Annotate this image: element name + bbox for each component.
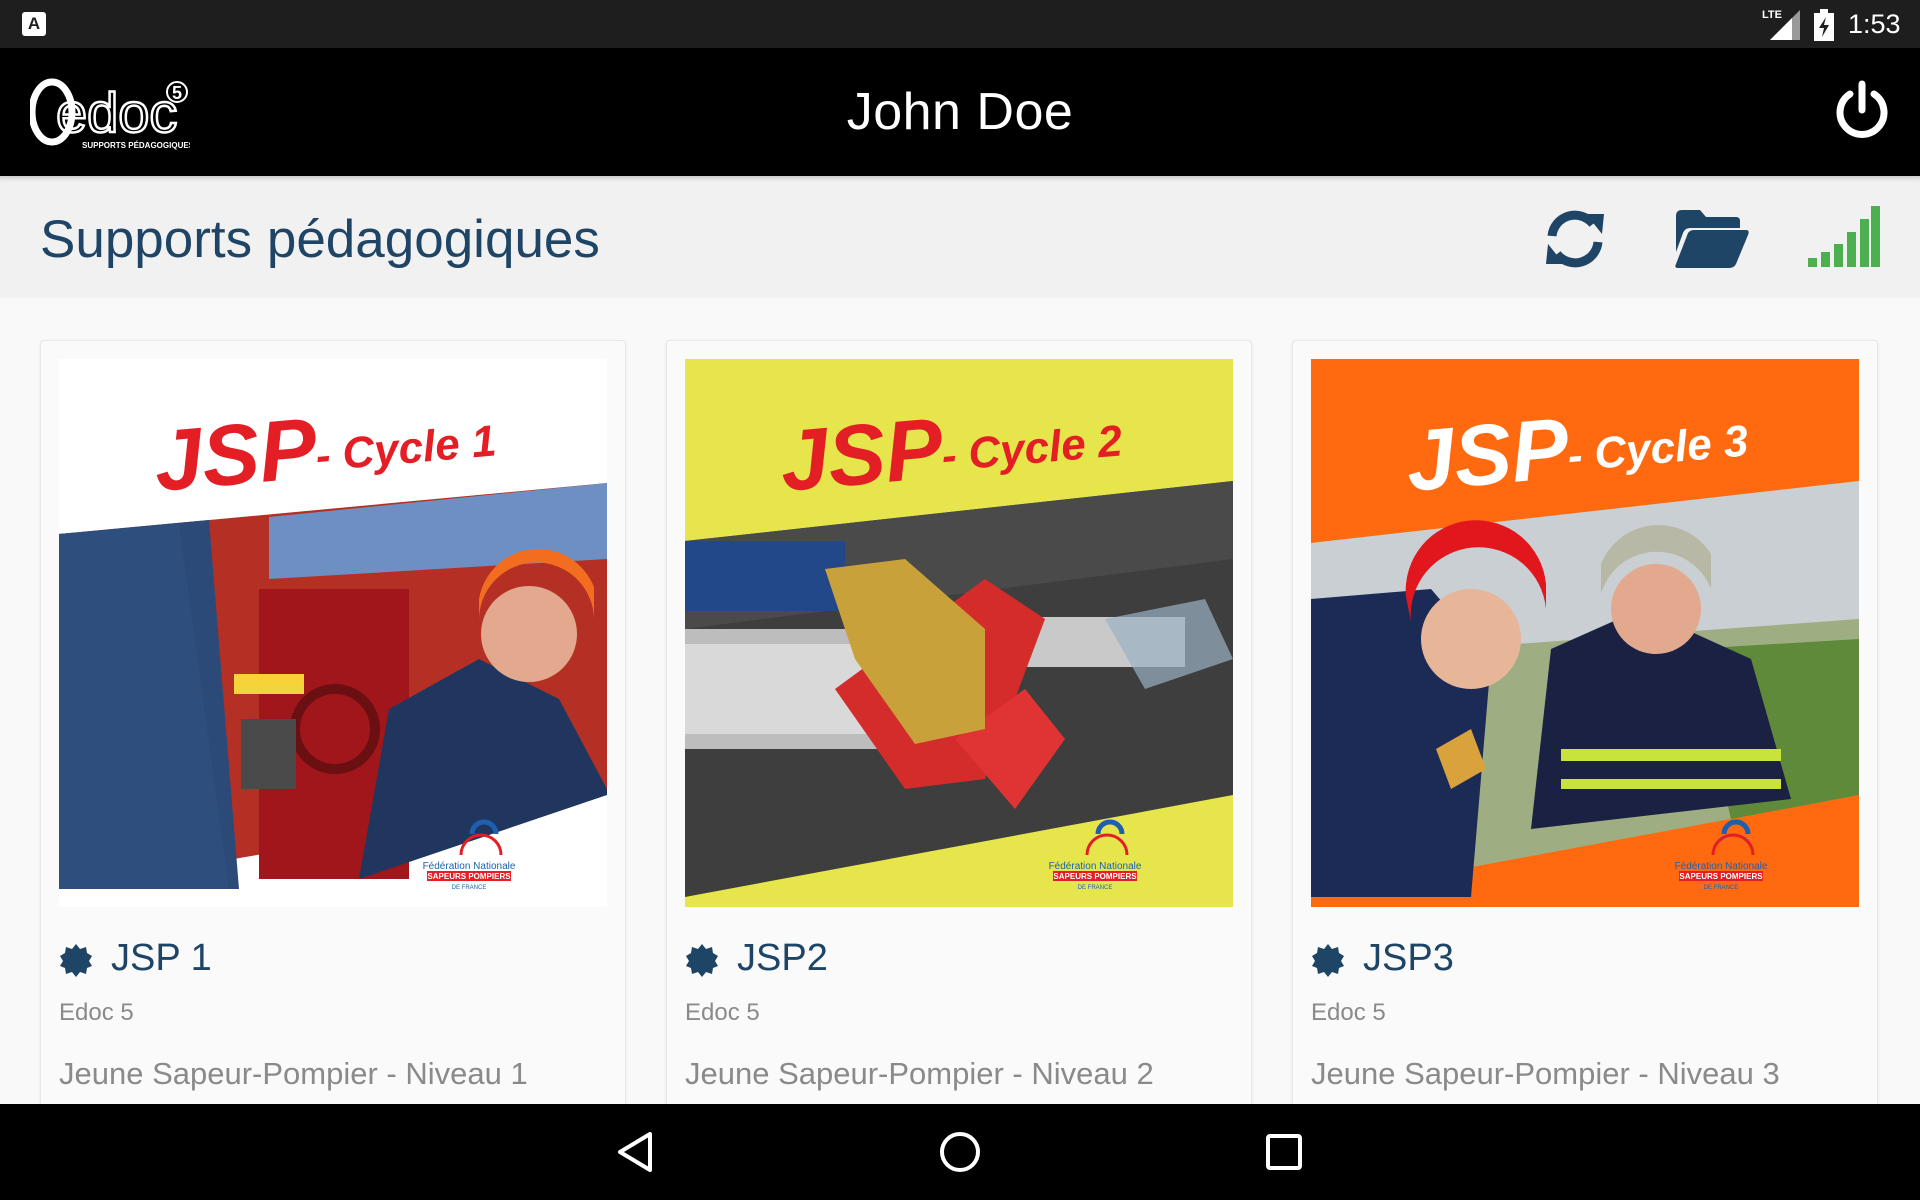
signal-strength-icon <box>1808 206 1880 267</box>
recents-icon[interactable] <box>1260 1128 1308 1176</box>
card-publisher: Edoc 5 <box>59 999 134 1026</box>
card-title: JSP 1 <box>111 937 212 979</box>
cover-image[interactable]: JSP - Cycle 3 Fédération Nationale SAPEU… <box>1311 359 1859 907</box>
cover-image[interactable]: JSP - Cycle 1 Fédération Nationale SAPEU… <box>59 359 607 907</box>
certificate-icon <box>686 944 718 977</box>
certificate-icon <box>1312 944 1344 977</box>
support-card-jsp2[interactable]: JSP - Cycle 2 Fédération Nationale SAPEU… <box>666 340 1252 1120</box>
status-bar: A LTE 1:53 <box>0 0 1920 48</box>
svg-text:Fédération Nationale: Fédération Nationale <box>1675 861 1768 872</box>
card-publisher: Edoc 5 <box>685 999 760 1026</box>
cover-title: JSP <box>150 400 321 510</box>
power-icon[interactable] <box>1832 80 1892 140</box>
card-description: Jeune Sapeur-Pompier - Niveau 3 <box>1311 1056 1780 1091</box>
svg-text:Fédération Nationale: Fédération Nationale <box>423 861 516 872</box>
svg-text:SAPEURS POMPIERS: SAPEURS POMPIERS <box>427 872 511 881</box>
certificate-icon <box>60 944 92 977</box>
card-title: JSP3 <box>1363 937 1454 979</box>
support-card-jsp1[interactable]: JSP - Cycle 1 Fédération Nationale SAPEU… <box>40 340 626 1120</box>
section-title: Supports pédagogiques <box>40 210 600 269</box>
system-nav-bar <box>0 1104 1920 1200</box>
svg-text:SAPEURS POMPIERS: SAPEURS POMPIERS <box>1679 872 1763 881</box>
support-list: JSP - Cycle 1 Fédération Nationale SAPEU… <box>0 298 1920 1120</box>
sync-icon[interactable] <box>1542 206 1608 272</box>
cover-title: JSP <box>1402 400 1573 510</box>
cover-title: JSP <box>776 400 947 510</box>
folder-open-icon[interactable] <box>1674 208 1750 270</box>
signal-icon <box>1770 10 1800 40</box>
svg-text:DE FRANCE: DE FRANCE <box>1704 885 1739 891</box>
card-title: JSP2 <box>737 937 828 979</box>
svg-text:DE FRANCE: DE FRANCE <box>452 885 487 891</box>
card-description: Jeune Sapeur-Pompier - Niveau 1 <box>59 1056 528 1091</box>
app-bar: edoc 5 SUPPORTS PÉDAGOGIQUES John Doe <box>0 48 1920 176</box>
svg-text:DE FRANCE: DE FRANCE <box>1078 885 1113 891</box>
card-description: Jeune Sapeur-Pompier - Niveau 2 <box>685 1056 1154 1091</box>
user-name: John Doe <box>846 83 1074 141</box>
support-card-jsp3[interactable]: JSP - Cycle 3 Fédération Nationale SAPEU… <box>1292 340 1878 1120</box>
section-toolbar: Supports pédagogiques <box>0 176 1920 298</box>
battery-icon <box>1814 9 1834 41</box>
svg-text:Fédération Nationale: Fédération Nationale <box>1049 861 1142 872</box>
logo-tagline: SUPPORTS PÉDAGOGIQUES <box>82 141 190 150</box>
home-icon[interactable] <box>936 1128 984 1176</box>
card-publisher: Edoc 5 <box>1311 999 1386 1026</box>
cover-image[interactable]: JSP - Cycle 2 Fédération Nationale SAPEU… <box>685 359 1233 907</box>
svg-text:SAPEURS POMPIERS: SAPEURS POMPIERS <box>1053 872 1137 881</box>
back-icon[interactable] <box>612 1128 660 1176</box>
status-time: 1:53 <box>1848 9 1901 39</box>
notification-icon: A <box>22 12 46 36</box>
